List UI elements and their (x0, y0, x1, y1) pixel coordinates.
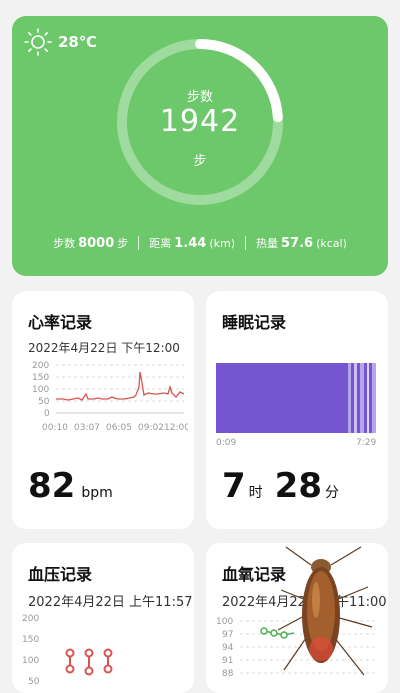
y-tick: 91 (222, 656, 233, 666)
heart-rate-line (56, 371, 185, 401)
goal-value: 8000 (78, 236, 115, 251)
steps-label: 步数 (186, 90, 213, 105)
calorie-unit: (kcal) (316, 237, 347, 250)
y-tick: 50 (28, 677, 40, 687)
heart-rate-value: 82 bpm (28, 466, 113, 506)
distance-label: 距离 (149, 237, 172, 250)
sleep-card[interactable]: 睡眠记录 0:09 7:29 7 时 28 分 (206, 291, 388, 529)
x-tick: 03:07 (74, 423, 100, 433)
blood-pressure-chart: 200 150 100 50 (22, 614, 113, 687)
x-tick: 12:00 (164, 423, 188, 433)
calorie-label: 热量 (256, 237, 279, 250)
y-tick: 97 (222, 630, 233, 640)
bp-marker (103, 648, 113, 674)
blood-oxygen-card[interactable]: 血氧记录 2022年4月22日 上午11:00 100 97 94 91 88 (206, 543, 388, 693)
blood-pressure-title: 血压记录 (28, 565, 93, 584)
heart-rate-date: 2022年4月22日 下午12:00 (28, 341, 180, 355)
heart-rate-unit: bpm (81, 485, 113, 501)
y-tick: 200 (22, 614, 39, 624)
sleep-start: 0:09 (216, 438, 236, 448)
sleep-title: 睡眠记录 (222, 313, 287, 332)
sleep-chart: 0:09 7:29 (216, 363, 376, 448)
sleep-minutes: 28 (274, 466, 322, 506)
steps-unit: 步 (193, 154, 207, 169)
sleep-end: 7:29 (356, 438, 376, 448)
stats-row: 步数 8000 步 距离 1.44 (km) 热量 57.6 (kcal) (12, 235, 388, 251)
heart-rate-card[interactable]: 心率记录 2022年4月22日 下午12:00 200 150 100 50 0… (12, 291, 194, 529)
y-tick: 88 (222, 669, 234, 679)
y-tick: 100 (216, 617, 233, 627)
y-tick: 0 (44, 409, 50, 419)
y-tick: 100 (22, 656, 39, 666)
heart-rate-title: 心率记录 (28, 313, 93, 332)
y-tick: 100 (32, 385, 49, 395)
y-tick: 200 (32, 361, 49, 371)
x-tick: 09:02 (138, 423, 164, 433)
y-tick: 94 (222, 643, 234, 653)
sun-icon (24, 28, 52, 56)
x-tick: 00:10 (42, 423, 68, 433)
heart-rate-chart: 200 150 100 50 0 00:10 03:07 06:05 09:02… (32, 361, 188, 433)
goal-stat: 步数 8000 步 (43, 235, 138, 251)
steps-card[interactable]: 28℃ 步数 1942 步 步数 8000 步 距离 1.44 (km) 热量 … (12, 16, 388, 276)
y-tick: 150 (22, 635, 39, 645)
x-tick: 06:05 (106, 423, 132, 433)
sleep-hours: 7 (222, 466, 246, 506)
distance-unit: (km) (209, 237, 236, 250)
bp-marker (65, 648, 75, 674)
sleep-minutes-unit: 分 (325, 485, 339, 501)
sleep-hours-unit: 时 (248, 485, 263, 501)
blood-pressure-card[interactable]: 血压记录 2022年4月22日 上午11:57 200 150 100 50 (12, 543, 194, 693)
sleep-duration: 7 时 28 分 (222, 466, 339, 506)
blood-pressure-date: 2022年4月22日 上午11:57 (28, 595, 193, 610)
goal-label: 步数 (53, 237, 76, 250)
weather: 28℃ (24, 28, 97, 56)
temperature: 28℃ (58, 33, 98, 51)
steps-value: 1942 (159, 104, 241, 139)
y-tick: 150 (32, 373, 49, 383)
oxygen-point (260, 627, 268, 635)
cockroach-icon (277, 546, 373, 676)
heart-rate-number: 82 (28, 466, 76, 506)
goal-unit: 步 (117, 237, 129, 250)
distance-stat: 距离 1.44 (km) (139, 235, 245, 251)
calorie-value: 57.6 (281, 236, 314, 251)
distance-value: 1.44 (174, 236, 207, 251)
y-tick: 50 (38, 397, 50, 407)
calorie-stat: 热量 57.6 (kcal) (246, 235, 357, 251)
bp-marker (84, 648, 94, 676)
